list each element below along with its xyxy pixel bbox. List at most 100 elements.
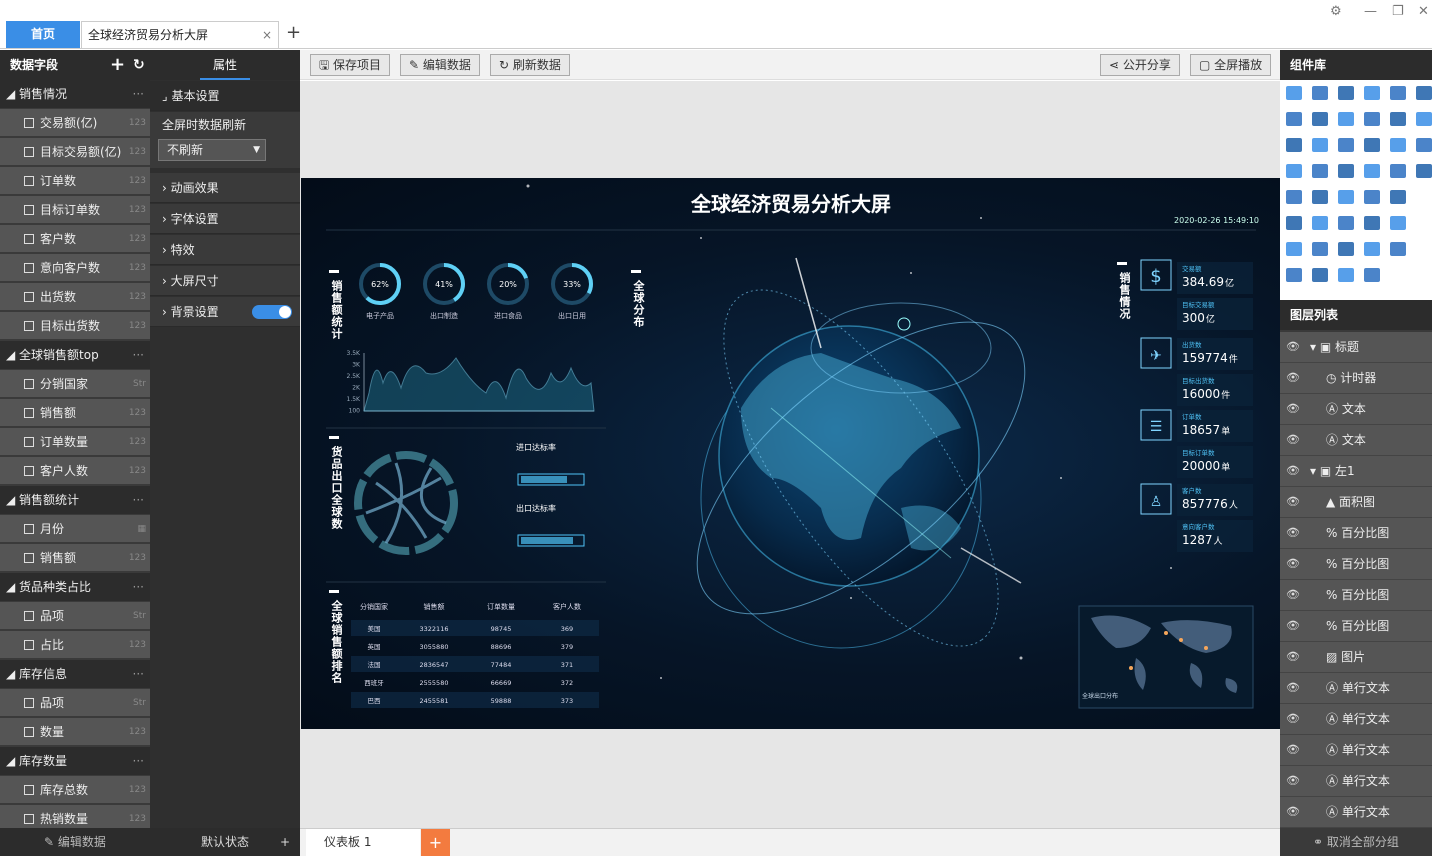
component-icon[interactable]	[1286, 86, 1302, 100]
add-sheet-button[interactable]: +	[421, 829, 450, 856]
component-icon[interactable]	[1312, 242, 1328, 256]
layer-item[interactable]: 👁 Ⓐ 单行文本	[1280, 735, 1432, 766]
component-icon[interactable]	[1312, 190, 1328, 204]
component-icon[interactable]	[1390, 242, 1406, 256]
checkbox-icon[interactable]	[24, 379, 34, 389]
component-icon[interactable]	[1390, 190, 1406, 204]
edit-data-button[interactable]: ✎ 编辑数据	[400, 54, 480, 76]
field-item[interactable]: 销售额 123	[0, 399, 150, 427]
component-icon[interactable]	[1390, 112, 1406, 126]
field-item[interactable]: 目标订单数 123	[0, 196, 150, 224]
component-icon[interactable]	[1338, 138, 1354, 152]
component-icon[interactable]	[1286, 138, 1302, 152]
component-icon[interactable]	[1364, 86, 1380, 100]
component-icon[interactable]	[1312, 112, 1328, 126]
more-icon[interactable]: ···	[133, 660, 144, 688]
checkbox-icon[interactable]	[24, 785, 34, 795]
field-item[interactable]: 分销国家 Str	[0, 370, 150, 398]
layer-item[interactable]: 👁 Ⓐ 单行文本	[1280, 797, 1432, 828]
field-item[interactable]: 意向客户数 123	[0, 254, 150, 282]
layer-item[interactable]: 👁 Ⓐ 单行文本	[1280, 766, 1432, 797]
more-icon[interactable]: ···	[133, 80, 144, 108]
checkbox-icon[interactable]	[24, 553, 34, 563]
component-icon[interactable]	[1286, 216, 1302, 230]
component-icon[interactable]	[1390, 138, 1406, 152]
component-icon[interactable]	[1286, 268, 1302, 282]
field-item[interactable]: 月份 ▦	[0, 515, 150, 543]
save-project-button[interactable]: 🖫 保存项目	[310, 54, 391, 76]
eye-icon[interactable]: 👁	[1286, 735, 1300, 765]
layer-item[interactable]: 👁 Ⓐ 单行文本	[1280, 704, 1432, 735]
checkbox-icon[interactable]	[24, 814, 34, 824]
checkbox-icon[interactable]	[24, 176, 34, 186]
component-icon[interactable]	[1312, 86, 1328, 100]
component-icon[interactable]	[1390, 216, 1406, 230]
component-icon[interactable]	[1364, 242, 1380, 256]
checkbox-icon[interactable]	[24, 205, 34, 215]
component-icon[interactable]	[1338, 268, 1354, 282]
layer-item[interactable]: 👁 ▨ 图片	[1280, 642, 1432, 673]
tab-properties[interactable]: 属性	[150, 50, 300, 80]
field-item[interactable]: 品项 Str	[0, 602, 150, 630]
refresh-select[interactable]: 不刷新 ▼	[158, 139, 266, 161]
field-item[interactable]: 库存总数 123	[0, 776, 150, 804]
checkbox-icon[interactable]	[24, 263, 34, 273]
eye-icon[interactable]: 👁	[1286, 580, 1300, 610]
component-icon[interactable]	[1312, 268, 1328, 282]
component-icon[interactable]	[1416, 112, 1432, 126]
section-item[interactable]: › 特效	[150, 235, 300, 265]
layer-item[interactable]: 👁 Ⓐ 单行文本	[1280, 673, 1432, 704]
component-icon[interactable]	[1286, 112, 1302, 126]
more-icon[interactable]: ···	[133, 573, 144, 601]
field-item[interactable]: 目标交易额(亿) 123	[0, 138, 150, 166]
eye-icon[interactable]: 👁	[1286, 642, 1300, 672]
refresh-data-button[interactable]: ↻ 刷新数据	[490, 54, 570, 76]
restore-icon[interactable]: ❐	[1392, 4, 1404, 19]
component-icon[interactable]	[1312, 216, 1328, 230]
close-icon[interactable]: ×	[262, 22, 272, 48]
field-item[interactable]: 订单数量 123	[0, 428, 150, 456]
field-item[interactable]: 订单数 123	[0, 167, 150, 195]
add-tab-button[interactable]: +	[286, 22, 301, 43]
section-item[interactable]: › 字体设置	[150, 204, 300, 234]
component-icon[interactable]	[1364, 164, 1380, 178]
field-item[interactable]: 客户人数 123	[0, 457, 150, 485]
component-icon[interactable]	[1312, 138, 1328, 152]
component-icon[interactable]	[1364, 190, 1380, 204]
background-toggle[interactable]	[252, 305, 292, 319]
eye-icon[interactable]: 👁	[1286, 611, 1300, 641]
checkbox-icon[interactable]	[24, 321, 34, 331]
window-close-icon[interactable]: ✕	[1418, 4, 1429, 19]
edit-data-footer-button[interactable]: ✎ 编辑数据	[0, 828, 150, 856]
checkbox-icon[interactable]	[24, 727, 34, 737]
component-icon[interactable]	[1338, 216, 1354, 230]
field-group[interactable]: ◢ 全球销售额top ···	[0, 341, 150, 369]
field-group[interactable]: ◢ 销售额统计 ···	[0, 486, 150, 514]
ungroup-all-button[interactable]: ⚭ 取消全部分组	[1280, 828, 1432, 856]
eye-icon[interactable]: 👁	[1286, 363, 1300, 393]
layer-item[interactable]: 👁% 百分比图	[1280, 580, 1432, 611]
field-group[interactable]: ◢ 库存信息 ···	[0, 660, 150, 688]
sheet-tab[interactable]: 仪表板 1	[306, 829, 420, 856]
component-icon[interactable]	[1364, 112, 1380, 126]
more-icon[interactable]: ···	[133, 747, 144, 775]
eye-icon[interactable]: 👁	[1286, 487, 1300, 517]
minimize-icon[interactable]: —	[1364, 4, 1377, 19]
eye-icon[interactable]: 👁	[1286, 332, 1300, 362]
checkbox-icon[interactable]	[24, 147, 34, 157]
layer-item[interactable]: 👁% 百分比图	[1280, 549, 1432, 580]
checkbox-icon[interactable]	[24, 524, 34, 534]
field-group[interactable]: ◢ 销售情况 ···	[0, 80, 150, 108]
checkbox-icon[interactable]	[24, 292, 34, 302]
checkbox-icon[interactable]	[24, 118, 34, 128]
tab-document[interactable]: 全球经济贸易分析大屏 ×	[81, 21, 279, 48]
layer-item[interactable]: 👁% 百分比图	[1280, 518, 1432, 549]
eye-icon[interactable]: 👁	[1286, 766, 1300, 796]
component-icon[interactable]	[1390, 86, 1406, 100]
field-item[interactable]: 数量 123	[0, 718, 150, 746]
component-icon[interactable]	[1286, 190, 1302, 204]
component-icon[interactable]	[1416, 86, 1432, 100]
section-item[interactable]: › 大屏尺寸	[150, 266, 300, 296]
component-icon[interactable]	[1338, 112, 1354, 126]
component-icon[interactable]	[1364, 138, 1380, 152]
